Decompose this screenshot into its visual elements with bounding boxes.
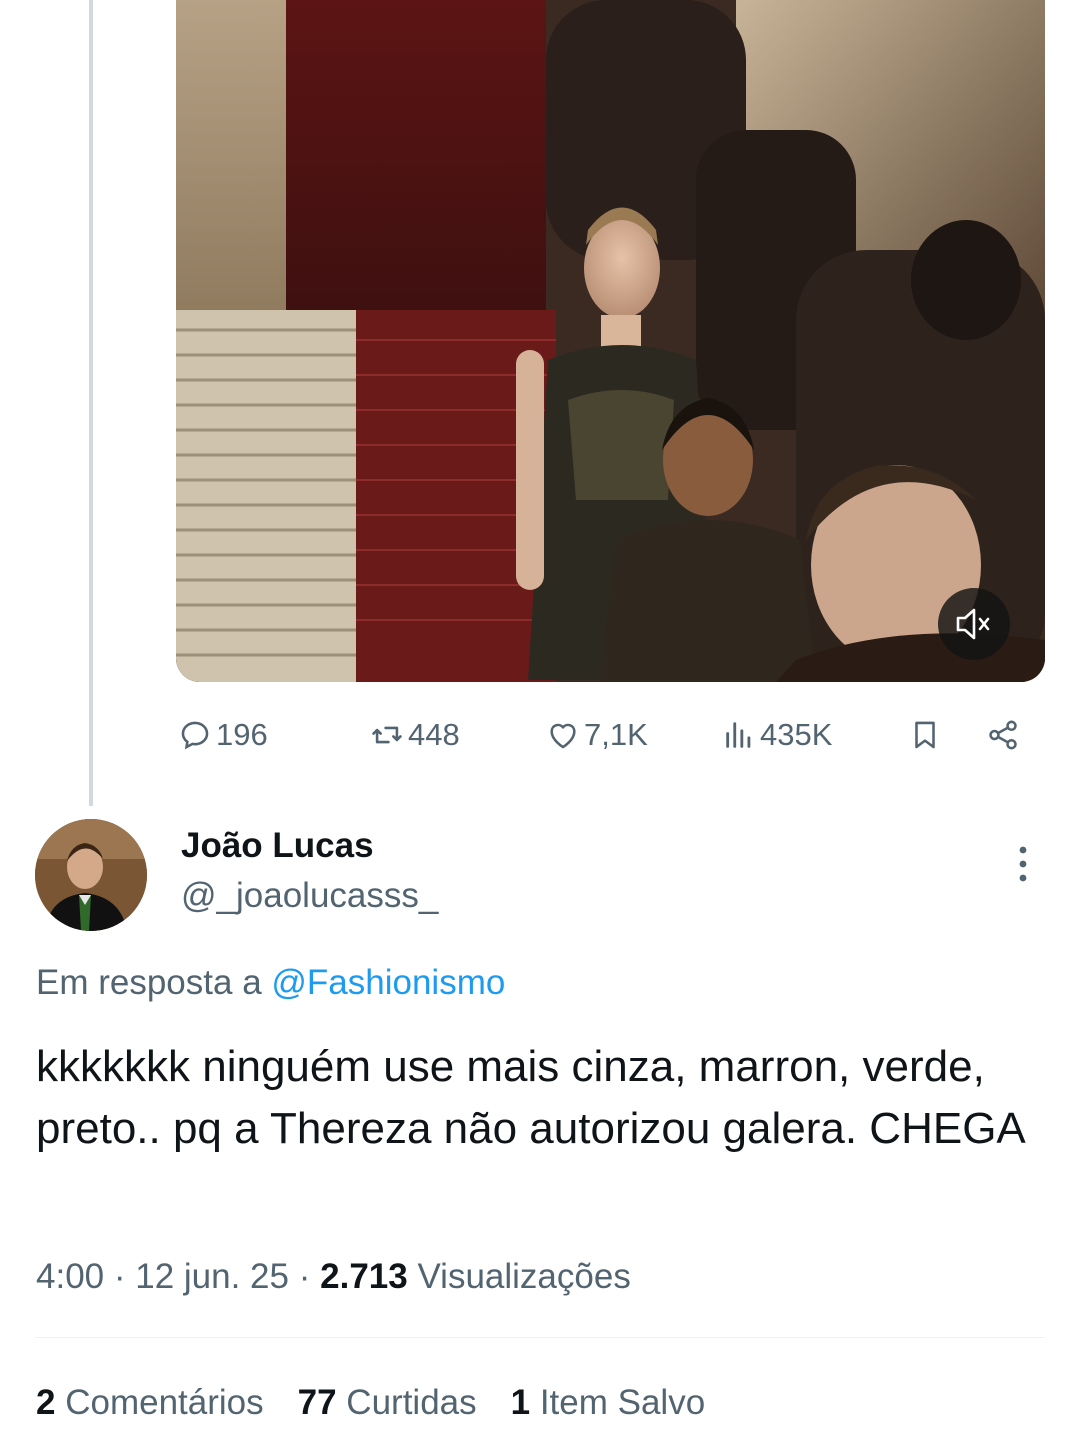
share-button[interactable] (986, 712, 1020, 758)
thread-connector-line (89, 0, 93, 806)
repost-icon (372, 726, 402, 744)
display-name[interactable]: João Lucas (181, 826, 374, 866)
reply-mention-link[interactable]: @Fashionismo (271, 963, 505, 1002)
engagement-stats: 2 Comentários 77 Curtidas 1 Item Salvo (36, 1383, 705, 1423)
more-options-icon[interactable] (1010, 845, 1036, 883)
likes-label: Curtidas (346, 1383, 477, 1422)
repost-count: 448 (408, 717, 460, 752)
video-frame (176, 0, 1045, 682)
avatar[interactable] (35, 819, 147, 931)
like-action[interactable]: 7,1K (546, 712, 648, 758)
meta-separator: · (298, 1257, 311, 1296)
tweet-text: kkkkkkk ninguém use mais cinza, marron, … (36, 1042, 1026, 1153)
meta-separator: · (113, 1257, 126, 1296)
views-icon (726, 722, 751, 748)
comments-count: 2 (36, 1383, 56, 1422)
in-reply-to: Em resposta a @Fashionismo (36, 963, 505, 1003)
comments-label: Comentários (65, 1383, 264, 1422)
reply-action[interactable]: 196 (178, 712, 268, 758)
likes-count: 77 (297, 1383, 337, 1422)
in-reply-prefix: Em resposta a (36, 963, 262, 1002)
repost-action[interactable]: 448 (370, 712, 460, 758)
mute-toggle-button[interactable] (938, 588, 1010, 660)
likes-stat[interactable]: 77 Curtidas (298, 1383, 477, 1422)
tweet-video[interactable] (176, 0, 1045, 682)
avatar-photo (35, 819, 147, 931)
views-action[interactable]: 435K (722, 712, 832, 758)
views-label: Visualizações (417, 1257, 631, 1296)
user-handle[interactable]: @_joaolucasss_ (181, 876, 438, 916)
bookmark-icon (915, 721, 935, 749)
share-icon (989, 720, 1017, 750)
reply-count: 196 (216, 717, 268, 752)
comments-stat[interactable]: 2 Comentários (36, 1383, 264, 1422)
divider (35, 1337, 1045, 1338)
tweet-date[interactable]: 12 jun. 25 (135, 1257, 289, 1296)
saves-count: 1 (510, 1383, 531, 1422)
speaker-muted-icon (956, 608, 990, 640)
tweet-meta: 4:00 · 12 jun. 25 · 2.713 Visualizações (36, 1257, 631, 1297)
like-count: 7,1K (584, 717, 648, 752)
views-number: 2.713 (320, 1257, 408, 1296)
like-icon (550, 723, 576, 749)
saves-label: Item Salvo (539, 1383, 706, 1422)
saves-stat[interactable]: 1 Item Salvo (511, 1383, 706, 1422)
tweet-time[interactable]: 4:00 (36, 1257, 104, 1296)
bookmark-button[interactable] (908, 712, 942, 758)
reply-icon (181, 721, 209, 750)
views-count: 435K (760, 717, 833, 752)
